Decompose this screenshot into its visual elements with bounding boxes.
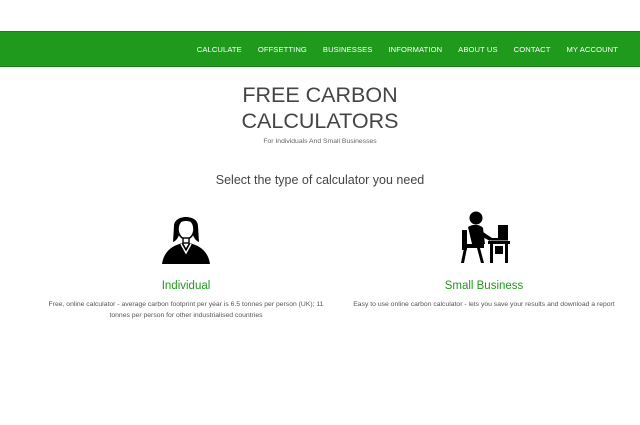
select-heading: Select the type of calculator you need [215,173,425,187]
main-nav: CALCULATE OFFSETTING BUSINESSES INFORMAT… [181,32,618,66]
individual-calculator-link[interactable]: Individual [36,280,336,292]
nav-offsetting[interactable]: OFFSETTING [258,45,307,54]
office-worker-icon[interactable] [454,208,514,268]
nav-businesses[interactable]: BUSINESSES [323,45,373,54]
small-business-calculator-link[interactable]: Small Business [334,280,634,292]
top-navbar: CALCULATE OFFSETTING BUSINESSES INFORMAT… [0,31,640,67]
page-subtitle: For Individuals And Small Businesses [263,138,377,145]
page-title: FREE CARBON CALCULATORS [0,82,640,134]
page-title-line1: FREE CARBON [242,83,398,107]
nav-my-account[interactable]: MY ACCOUNT [567,45,619,54]
nav-contact[interactable]: CONTACT [514,45,551,54]
small-business-calculator-description: Easy to use online carbon calculator - l… [353,301,615,308]
nav-about-us[interactable]: ABOUT US [458,45,497,54]
individual-calculator-card[interactable]: Individual Free, online calculator - ave… [36,208,336,321]
page-title-line2: CALCULATORS [241,109,399,133]
nav-calculate[interactable]: CALCULATE [197,45,242,54]
small-business-calculator-card[interactable]: Small Business Easy to use online carbon… [334,208,634,311]
person-icon[interactable] [156,208,216,268]
individual-calculator-description: Free, online calculator - average carbon… [48,301,324,319]
nav-information[interactable]: INFORMATION [388,45,442,54]
